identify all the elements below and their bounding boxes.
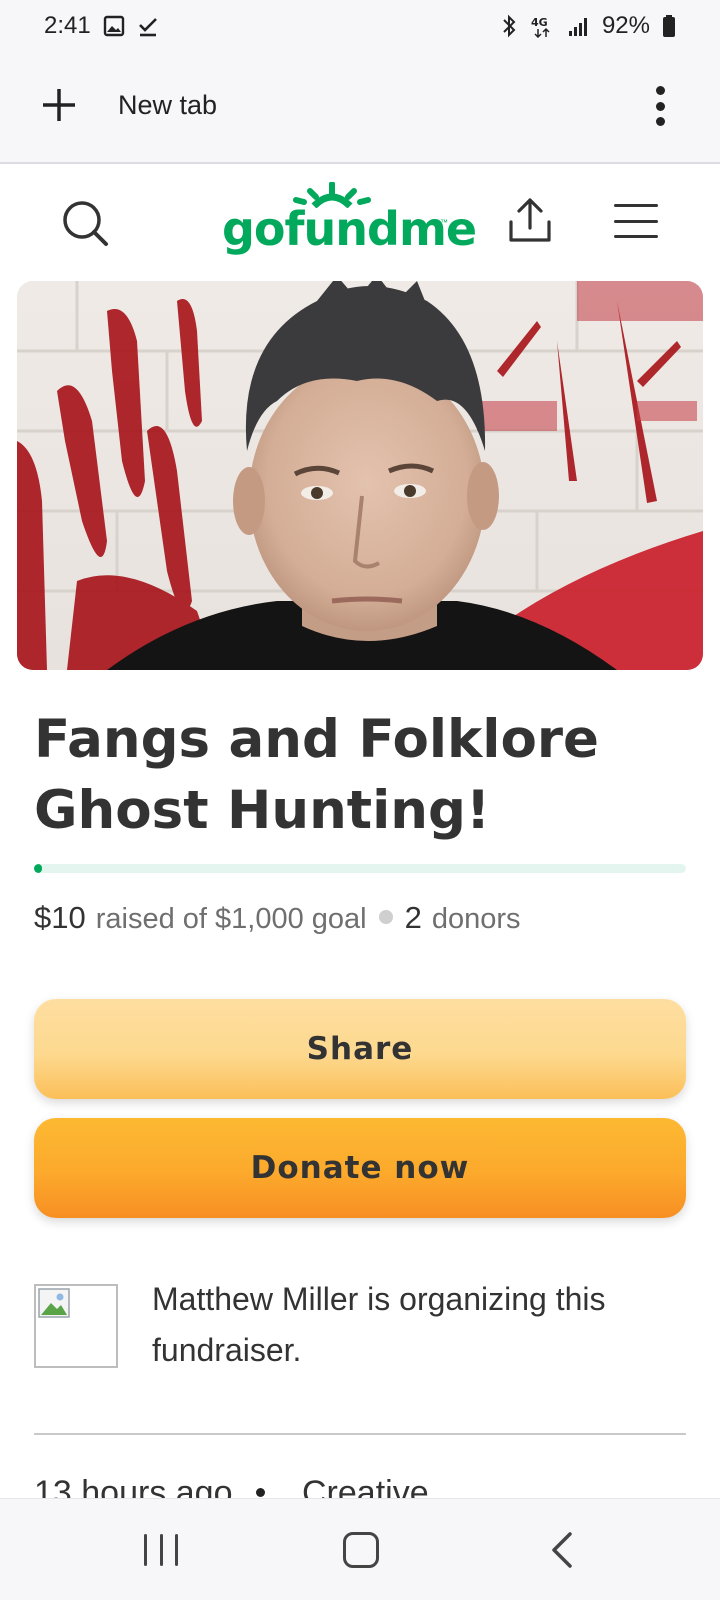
share-upload-icon[interactable] xyxy=(506,196,554,244)
goal-text: raised of $1,000 goal xyxy=(95,903,367,935)
home-icon[interactable] xyxy=(343,1532,379,1568)
progress-bar xyxy=(34,864,686,873)
status-right: 4G 92% xyxy=(500,12,676,40)
svg-text:4G: 4G xyxy=(531,16,548,29)
4g-icon: 4G xyxy=(530,14,556,38)
created-time: 13 hours ago xyxy=(34,1474,233,1498)
campaign-hero-image xyxy=(17,281,703,670)
check-icon xyxy=(137,15,159,37)
recents-icon[interactable] xyxy=(144,1534,178,1566)
bluetooth-icon xyxy=(500,14,518,38)
gallery-icon xyxy=(103,15,125,37)
signal-icon xyxy=(568,15,590,37)
separator-dot xyxy=(378,910,393,924)
share-button[interactable]: Share xyxy=(34,999,686,1099)
campaign-meta: 13 hours ago Creative xyxy=(34,1474,686,1498)
amount-raised: $10 xyxy=(34,900,86,935)
status-time: 2:41 xyxy=(44,12,91,39)
donor-label: donors xyxy=(431,903,521,935)
plus-icon[interactable] xyxy=(40,86,78,124)
meta-separator-dot xyxy=(256,1488,265,1497)
campaign-title: Fangs and Folklore Ghost Hunting! xyxy=(34,709,599,841)
organizer-text: Matthew Miller is organizing this fundra… xyxy=(152,1281,606,1368)
category-link[interactable]: Creative xyxy=(302,1474,429,1498)
logo-text: gofundme xyxy=(222,202,477,256)
tab-title[interactable]: New tab xyxy=(118,90,217,121)
more-vert-icon[interactable] xyxy=(648,82,672,130)
progress-fill xyxy=(34,864,42,873)
battery-percent: 92% xyxy=(601,12,650,39)
search-icon[interactable] xyxy=(58,196,114,252)
status-left: 2:41 xyxy=(44,12,159,40)
gofundme-logo[interactable]: gofundme ™ xyxy=(222,182,477,266)
site-header: gofundme ™ xyxy=(0,166,720,278)
logo-trademark: ™ xyxy=(440,218,448,227)
system-navigation-bar xyxy=(0,1498,720,1600)
browser-tab-bar: New tab xyxy=(0,52,720,164)
fundraising-stats: $10 raised of $1,000 goal 2 donors xyxy=(34,900,694,936)
divider xyxy=(34,1433,686,1435)
organizer-avatar xyxy=(34,1284,118,1368)
status-bar: 2:41 4G 92% xyxy=(0,0,720,52)
hamburger-menu-icon[interactable] xyxy=(614,204,658,238)
donate-now-button[interactable]: Donate now xyxy=(34,1118,686,1218)
donor-count: 2 xyxy=(404,900,422,935)
battery-icon xyxy=(662,14,676,38)
back-icon[interactable] xyxy=(550,1532,574,1568)
